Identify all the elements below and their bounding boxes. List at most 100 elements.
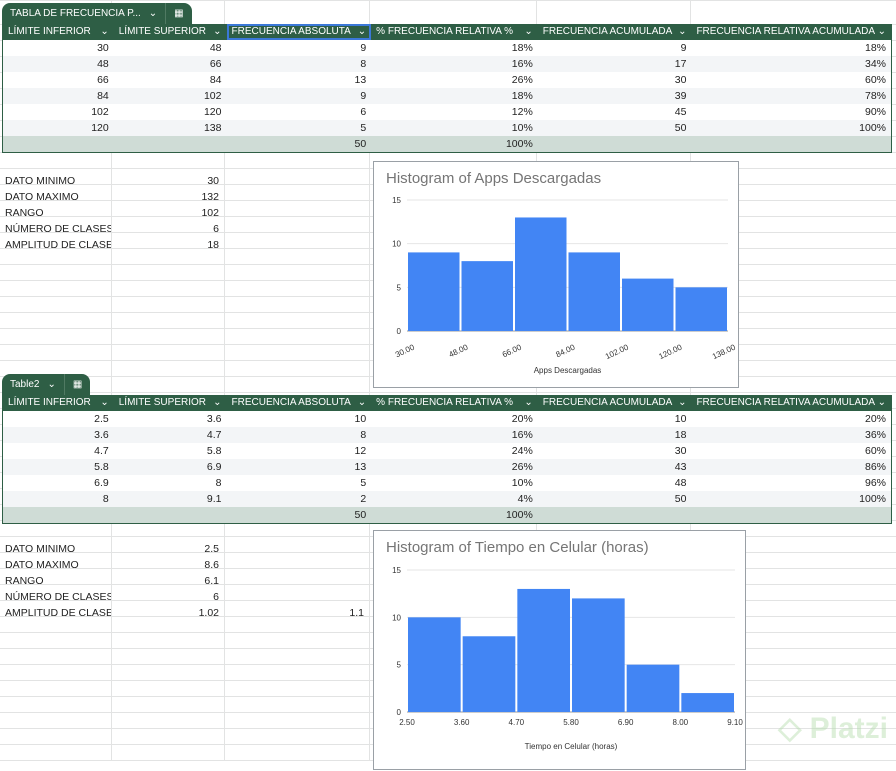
total-cell[interactable] — [3, 507, 114, 523]
stat-value[interactable] — [224, 205, 369, 221]
table-cell[interactable]: 16% — [371, 427, 538, 443]
chevron-down-icon[interactable]: ⌄ — [358, 395, 366, 411]
chevron-down-icon[interactable]: ⌄ — [878, 24, 886, 40]
total-cell[interactable] — [691, 507, 891, 523]
histogram-apps-chart[interactable]: 0 5 10 15 30.00 48.00 66.00 84.00 102.00 120.00 13… — [373, 161, 739, 388]
table-cell[interactable]: 6 — [227, 104, 372, 120]
table-cell[interactable]: 18% — [691, 40, 891, 56]
table-cell[interactable]: 66 — [114, 56, 227, 72]
total-cell[interactable]: 50 — [227, 136, 372, 152]
table-cell[interactable]: 12 — [227, 443, 372, 459]
table-cell[interactable]: 3.6 — [114, 411, 227, 427]
table-cell[interactable]: 50 — [538, 120, 692, 136]
stat-value[interactable] — [224, 221, 369, 237]
table-cell[interactable]: 6.9 — [114, 459, 227, 475]
table-cell[interactable]: 78% — [691, 88, 891, 104]
stat-label[interactable]: AMPLITUD DE CLASE — [0, 605, 111, 621]
table-calendar-icon[interactable]: ▦ — [174, 8, 183, 19]
table-cell[interactable]: 16% — [371, 56, 538, 72]
table-cell[interactable]: 48 — [114, 40, 227, 56]
stat-value[interactable]: 1.1 — [224, 605, 369, 621]
column-header[interactable]: FRECUENCIA ACUMULADA ⌄ — [538, 395, 692, 411]
table-cell[interactable]: 13 — [227, 459, 372, 475]
chevron-down-icon[interactable]: ⌄ — [213, 24, 221, 40]
table-cell[interactable]: 96% — [691, 475, 891, 491]
table-cell[interactable]: 18 — [538, 427, 692, 443]
stat-label[interactable]: DATO MINIMO — [0, 541, 111, 557]
table-cell[interactable]: 120 — [114, 104, 227, 120]
stat-label[interactable]: AMPLITUD DE CLASE — [0, 237, 111, 253]
table-cell[interactable]: 2.5 — [3, 411, 114, 427]
table-cell[interactable]: 102 — [3, 104, 114, 120]
total-cell[interactable] — [3, 136, 114, 152]
table-cell[interactable]: 120 — [3, 120, 114, 136]
stat-value[interactable]: 18 — [111, 237, 224, 253]
table-cell[interactable]: 8 — [3, 491, 114, 507]
table-cell[interactable]: 12% — [371, 104, 538, 120]
table-cell[interactable]: 24% — [371, 443, 538, 459]
chevron-down-icon[interactable]: ⌄ — [678, 24, 686, 40]
stat-value[interactable] — [224, 557, 369, 573]
table-cell[interactable]: 102 — [114, 88, 227, 104]
table2-tab[interactable]: Table2 ⌄ ▦ — [2, 374, 91, 395]
table-cell[interactable]: 43 — [538, 459, 692, 475]
stat-value[interactable]: 102 — [111, 205, 224, 221]
table-cell[interactable]: 60% — [691, 72, 891, 88]
stat-label[interactable]: DATO MINIMO — [0, 173, 111, 189]
stat-value[interactable] — [224, 189, 369, 205]
table-cell[interactable]: 8 — [227, 427, 372, 443]
column-header[interactable]: LÍMITE SUPERIOR ⌄ — [114, 395, 227, 411]
stat-label[interactable]: NÚMERO DE CLASES — [0, 589, 111, 605]
stat-label[interactable]: RANGO — [0, 573, 111, 589]
table-cell[interactable]: 9 — [227, 40, 372, 56]
table-cell[interactable]: 2 — [227, 491, 372, 507]
table-cell[interactable]: 8 — [227, 56, 372, 72]
column-header[interactable]: FRECUENCIA ABSOLUTA ⌄ — [226, 24, 372, 40]
column-header[interactable]: LÍMITE INFERIOR ⌄ — [3, 24, 114, 40]
column-header[interactable]: FRECUENCIA ABSOLUTA ⌄ — [227, 395, 372, 411]
table1-tab[interactable]: TABLA DE FRECUENCIA P... ⌄ ▦ — [2, 3, 192, 24]
table-cell[interactable]: 4.7 — [3, 443, 114, 459]
stat-value[interactable]: 8.6 — [111, 557, 224, 573]
table-cell[interactable]: 18% — [371, 88, 538, 104]
table-cell[interactable]: 26% — [371, 459, 538, 475]
table-cell[interactable]: 60% — [691, 443, 891, 459]
stat-value[interactable] — [224, 589, 369, 605]
column-header[interactable]: FRECUENCIA RELATIVA ACUMULADA ⌄ — [691, 395, 891, 411]
stat-value[interactable]: 1.02 — [111, 605, 224, 621]
table-cell[interactable]: 39 — [538, 88, 692, 104]
chevron-down-icon[interactable]: ⌄ — [878, 395, 886, 411]
total-cell[interactable] — [114, 507, 227, 523]
table-cell[interactable]: 18% — [371, 40, 538, 56]
stat-value[interactable]: 30 — [111, 173, 224, 189]
table-cell[interactable]: 84 — [3, 88, 114, 104]
table-cell[interactable]: 4.7 — [114, 427, 227, 443]
total-cell[interactable]: 100% — [371, 136, 538, 152]
table-cell[interactable]: 48 — [538, 475, 692, 491]
table-cell[interactable]: 10% — [371, 475, 538, 491]
total-cell[interactable] — [538, 507, 692, 523]
table-cell[interactable]: 5.8 — [114, 443, 227, 459]
table-cell[interactable]: 30 — [538, 72, 692, 88]
table-cell[interactable]: 4% — [371, 491, 538, 507]
histogram-tiempo-chart[interactable]: 0 5 10 15 2.50 3.60 4.70 5.80 6.90 8.00 9.10 Tiempo… — [373, 530, 746, 770]
table-cell[interactable]: 20% — [371, 411, 538, 427]
table-cell[interactable]: 84 — [114, 72, 227, 88]
stat-value[interactable] — [224, 541, 369, 557]
table-cell[interactable]: 34% — [691, 56, 891, 72]
column-header[interactable]: LÍMITE SUPERIOR ⌄ — [114, 24, 227, 40]
chevron-down-icon[interactable]: ⌄ — [47, 379, 55, 390]
chevron-down-icon[interactable]: ⌄ — [358, 24, 366, 40]
table-cell[interactable]: 45 — [538, 104, 692, 120]
column-header[interactable]: FRECUENCIA RELATIVA ACUMULADA ⌄ — [691, 24, 891, 40]
table-cell[interactable]: 10 — [538, 411, 692, 427]
table-cell[interactable]: 9 — [227, 88, 372, 104]
table-cell[interactable]: 10 — [227, 411, 372, 427]
column-header[interactable]: % FRECUENCIA RELATIVA % ⌄ — [371, 24, 538, 40]
total-cell[interactable]: 50 — [227, 507, 372, 523]
stat-label[interactable]: DATO MAXIMO — [0, 189, 111, 205]
table-cell[interactable]: 5 — [227, 120, 372, 136]
stat-value[interactable] — [224, 573, 369, 589]
table-cell[interactable]: 8 — [114, 475, 227, 491]
table-cell[interactable]: 90% — [691, 104, 891, 120]
